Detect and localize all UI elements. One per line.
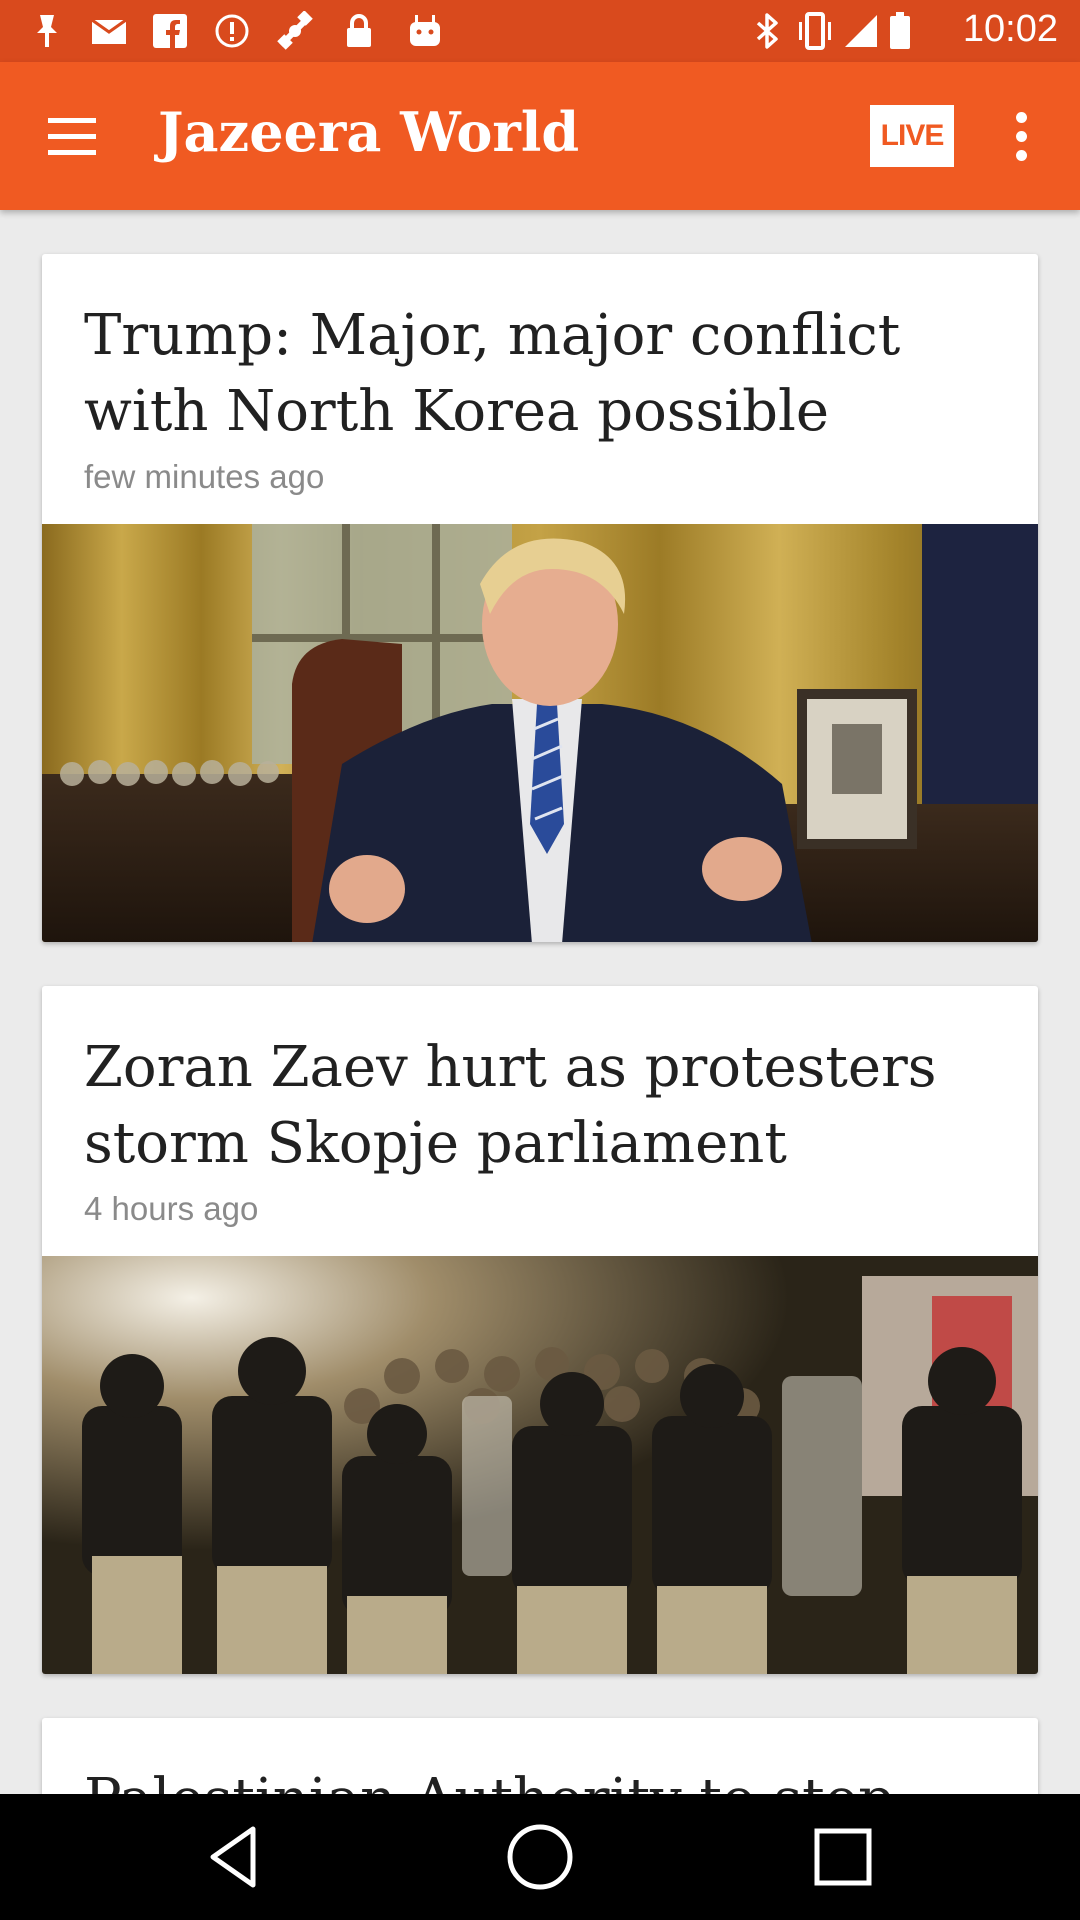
article-card[interactable]: Trump: Major, major conflict with North … <box>42 254 1038 942</box>
article-header: Zoran Zaev hurt as protesters storm Skop… <box>42 986 1038 1256</box>
bluetooth-icon <box>752 12 782 50</box>
article-header: Trump: Major, major conflict with North … <box>42 254 1038 524</box>
android-icon <box>406 12 444 50</box>
mail-icon <box>90 12 130 50</box>
article-title: Zoran Zaev hurt as protesters storm Skop… <box>84 1035 937 1176</box>
article-image <box>42 524 1038 942</box>
home-icon[interactable] <box>502 1819 578 1895</box>
more-options-button[interactable] <box>1000 112 1044 162</box>
article-image <box>42 1256 1038 1674</box>
facebook-icon <box>152 12 188 50</box>
menu-button[interactable] <box>40 104 104 168</box>
signal-icon <box>842 12 880 50</box>
fake-gps-icon <box>274 11 320 50</box>
vibrate-icon <box>798 12 832 50</box>
notification-icon <box>30 12 64 50</box>
article-time: 4 hours ago <box>84 1190 259 1227</box>
article-card[interactable]: Zoran Zaev hurt as protesters storm Skop… <box>42 986 1038 1674</box>
lock-icon <box>344 12 374 50</box>
navigation-bar <box>0 1794 1080 1920</box>
info-icon <box>214 12 250 50</box>
status-time: 10:02 <box>962 8 1058 50</box>
app-bar: Jazeera World LIVE <box>0 62 1080 210</box>
status-bar: 10:02 <box>0 0 1080 62</box>
article-title: Trump: Major, major conflict with North … <box>84 303 901 444</box>
article-time: few minutes ago <box>84 458 325 495</box>
live-button[interactable]: LIVE <box>870 105 954 167</box>
recents-icon[interactable] <box>805 1819 881 1895</box>
battery-icon <box>888 12 912 50</box>
more-vert-icon <box>1016 112 1027 123</box>
app-title: Jazeera World <box>158 100 580 164</box>
hamburger-icon <box>48 118 96 123</box>
back-icon[interactable] <box>199 1819 275 1895</box>
